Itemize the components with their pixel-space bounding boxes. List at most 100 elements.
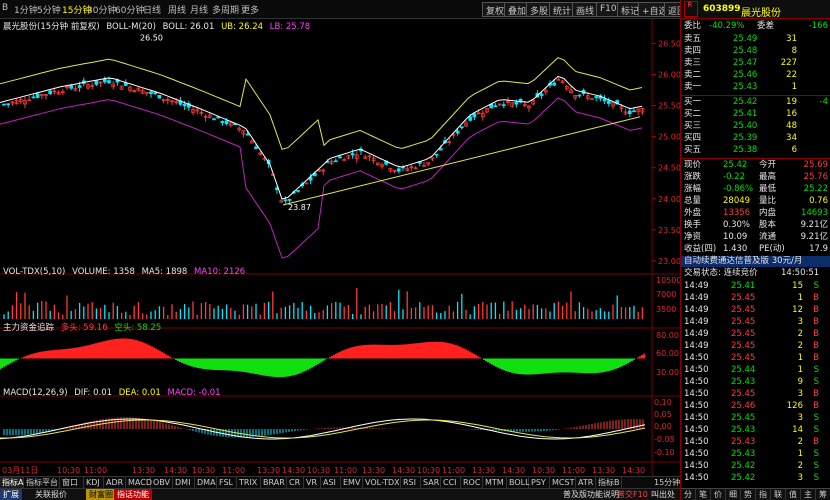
- quote-panel-tab[interactable]: 指: [756, 489, 771, 500]
- tick-direction: B: [813, 305, 819, 315]
- candle-body: [606, 100, 611, 104]
- short-value: 空头: 58.25: [114, 323, 162, 333]
- tick-time: 14:50: [684, 413, 709, 423]
- fund-indicator-name[interactable]: 主力资金追踪: [3, 323, 54, 333]
- stat-label: 股本: [759, 220, 777, 230]
- tick-time: 14:50: [684, 437, 709, 447]
- stat-row: 收益(四) 1.430 PE(动) 17.9: [681, 244, 830, 255]
- quote-panel: 603899 晨光股份 R 委比 -40.29% 委差 -166 卖五 25.49 31 卖四 25…: [680, 0, 830, 500]
- tick-direction: B: [813, 401, 819, 411]
- period-tab-8[interactable]: 月线: [190, 3, 208, 16]
- tick-time: 14:50: [684, 473, 709, 483]
- tick-row: 14:50 25.43 2 B: [681, 437, 830, 448]
- wealth-circle-button[interactable]: 财富圈: [86, 489, 116, 500]
- time-axis-label: 13:30: [362, 466, 385, 475]
- candle-body: [245, 133, 250, 136]
- feature-button[interactable]: 指话功能: [114, 489, 152, 500]
- stat-value: -0.22: [723, 172, 745, 182]
- period-tab-5[interactable]: 60分钟: [115, 3, 144, 16]
- tick-direction: S: [813, 413, 819, 423]
- period-tab-10[interactable]: 更多: [241, 3, 259, 16]
- bid-label: 买二: [684, 109, 702, 119]
- ma5-value: MA5: 1898: [141, 267, 188, 277]
- promo-row[interactable]: 自动续费通达信普及版 30元/月: [681, 256, 830, 267]
- chart-area[interactable]: 26.50 26.00 25.50 25.00 24.50 24.00 23.50 23.00…: [0, 19, 680, 476]
- ask-volume: 8: [791, 46, 797, 56]
- candle-body: [254, 146, 258, 150]
- period-tab-2[interactable]: 5分钟: [37, 3, 61, 16]
- call-out-link[interactable]: 叫出处: [648, 489, 678, 500]
- candle-body: [182, 103, 187, 107]
- tick-volume: 126: [786, 401, 803, 411]
- tick-volume: 14: [792, 425, 803, 435]
- candle-body: [342, 159, 347, 161]
- feature-note-link[interactable]: 普及版功能说明: [560, 489, 622, 500]
- quote-panel-tab[interactable]: 筹: [816, 489, 830, 500]
- tick-price: 25.43: [731, 449, 756, 459]
- period-tab-6[interactable]: 日线: [143, 3, 161, 16]
- divider: [681, 158, 830, 159]
- ask-volume: 1: [791, 82, 797, 92]
- low-price-marker: 23.87: [288, 203, 311, 212]
- stat-value: 1.430: [723, 244, 748, 254]
- time-axis-label: 11:00: [562, 466, 585, 475]
- f10-link[interactable]: 普交F10: [614, 489, 651, 500]
- tick-row: 14:50 25.42 2 S: [681, 461, 830, 472]
- boll-lower-line: [0, 97, 643, 259]
- price-tick-label: 25.50: [658, 102, 680, 111]
- stat-value: 17.9: [809, 244, 828, 254]
- tick-price: 25.45: [731, 413, 756, 423]
- tick-price: 25.43: [731, 377, 756, 387]
- volume-indicator-name[interactable]: VOL-TDX(5,10): [3, 267, 65, 277]
- macd-tick-label: -0.10: [654, 448, 675, 457]
- period-tab-1[interactable]: 1分钟: [14, 3, 38, 16]
- macd-indicator-name[interactable]: MACD(12,26,9): [3, 388, 68, 398]
- tick-time: 14:49: [684, 329, 709, 339]
- quote-panel-tab[interactable]: 值: [786, 489, 801, 500]
- candle-body: [514, 101, 519, 105]
- quote-panel-tab[interactable]: 联: [771, 489, 786, 500]
- tick-time: 14:50: [684, 425, 709, 435]
- quote-panel-tab[interactable]: 笔: [696, 489, 711, 500]
- quote-panel-tab[interactable]: 价: [711, 489, 726, 500]
- tick-direction: S: [813, 425, 819, 435]
- tick-time: 14:49: [684, 293, 709, 303]
- quote-panel-tab[interactable]: 主: [801, 489, 816, 500]
- divider: [681, 95, 830, 96]
- tick-direction: S: [813, 449, 819, 459]
- bid-volume: 48: [786, 121, 797, 131]
- quote-panel-tab[interactable]: 细: [726, 489, 741, 500]
- expand-button[interactable]: 扩展: [0, 489, 22, 500]
- related-quote-button[interactable]: 关联报价: [32, 489, 70, 500]
- bid-volume: 6: [791, 145, 797, 155]
- quote-panel-tab[interactable]: 势: [741, 489, 756, 500]
- candle-body: [438, 148, 443, 151]
- candle-body: [577, 94, 582, 97]
- candle-body: [48, 90, 53, 95]
- order-ratio-row: 委比 -40.29% 委差 -166: [681, 21, 830, 32]
- tick-row: 14:50 25.43 1 S: [681, 449, 830, 460]
- time-axis-label: 03月11日: [2, 466, 38, 475]
- time-axis-label: 10:30: [57, 466, 80, 475]
- ask-label: 卖二: [684, 70, 702, 80]
- long-value: 多头: 59.16: [60, 323, 108, 333]
- stat-row: 现价 25.42 今开 25.69: [681, 160, 830, 171]
- tick-price: 25.45: [731, 341, 756, 351]
- period-tab-9[interactable]: 多周期: [212, 3, 239, 16]
- stat-row: 换手 0.30% 股本 9.21亿: [681, 220, 830, 231]
- candle-body: [212, 118, 216, 121]
- indicator-name[interactable]: BOLL-M(20): [106, 22, 156, 32]
- toolbar-button-4[interactable]: 画线: [572, 2, 599, 17]
- tick-time: 14:50: [684, 449, 709, 459]
- stat-label: 最高: [759, 172, 777, 182]
- period-tab-0[interactable]: B: [2, 3, 8, 13]
- quote-panel-tab[interactable]: 分: [681, 489, 696, 500]
- stat-value: 0.30%: [723, 220, 751, 230]
- period-tab-7[interactable]: 周线: [168, 3, 186, 16]
- tick-volume: 2: [797, 437, 803, 447]
- boll-upper-line: [0, 57, 643, 150]
- period-tab-4[interactable]: 30分钟: [87, 3, 116, 16]
- stat-value: 25.69: [803, 160, 828, 170]
- high-price-marker: 26.50: [140, 33, 163, 42]
- stat-value: 25.42: [723, 160, 748, 170]
